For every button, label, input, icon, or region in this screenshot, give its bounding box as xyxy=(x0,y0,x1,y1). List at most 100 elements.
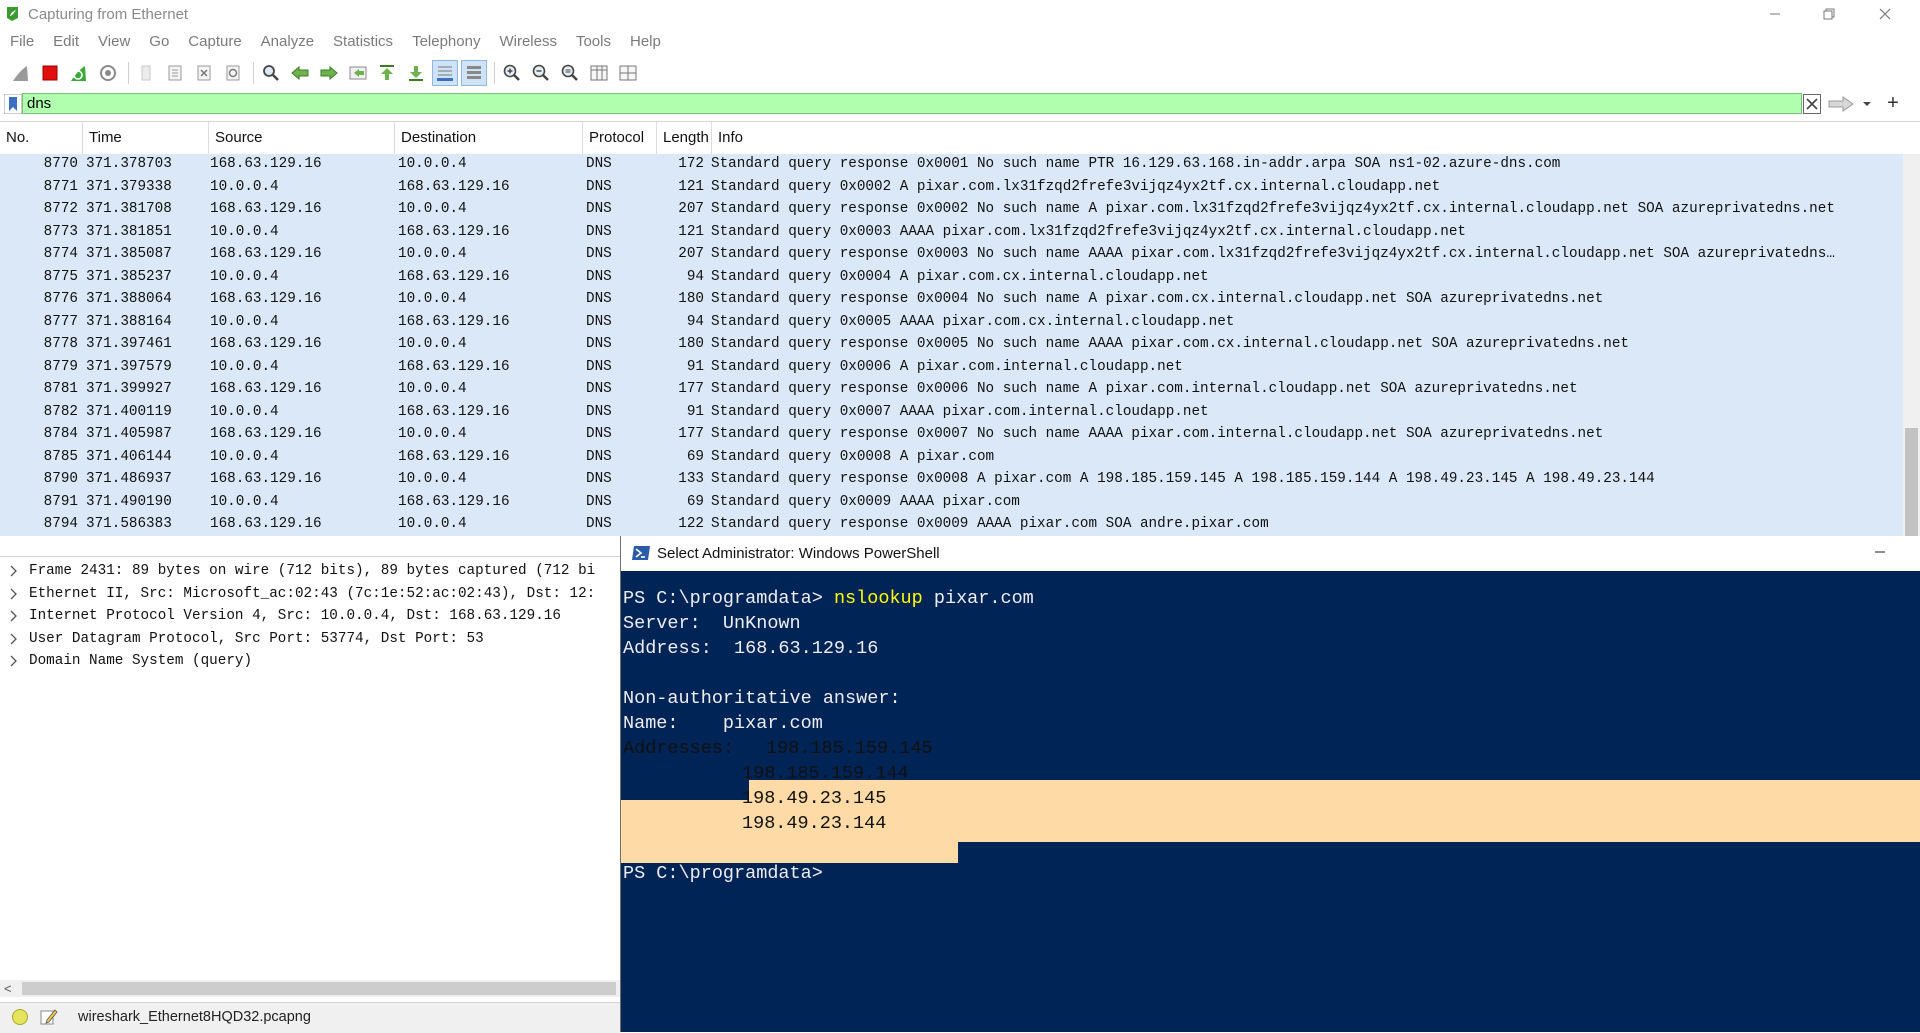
chevron-down-icon[interactable] xyxy=(1860,94,1874,114)
go-last-button[interactable] xyxy=(403,60,429,86)
console-line-server: Server: UnKnown xyxy=(623,613,801,634)
go-first-button[interactable] xyxy=(374,60,400,86)
restore-button[interactable] xyxy=(1806,0,1852,28)
go-forward-button[interactable] xyxy=(316,60,342,86)
table-row[interactable]: 8779 371.397579 10.0.0.4 168.63.129.16 DNS 91… xyxy=(0,357,1903,380)
column-header-source[interactable]: Source xyxy=(209,122,395,154)
menu-statistics[interactable]: Statistics xyxy=(323,30,402,54)
column-header-time[interactable]: Time xyxy=(83,122,209,154)
go-to-packet-button[interactable] xyxy=(345,60,371,86)
start-capture-button[interactable] xyxy=(8,60,34,86)
table-row[interactable]: 8794 371.586383 168.63.129.16 10.0.0.4 DNS 12… xyxy=(0,514,1903,536)
column-header-protocol[interactable]: Protocol xyxy=(583,122,657,154)
normal-size-button[interactable] xyxy=(557,60,583,86)
table-row[interactable]: 8771 371.379338 10.0.0.4 168.63.129.16 DNS 12… xyxy=(0,177,1903,200)
console-line-nonauth: Non-authoritative answer: xyxy=(623,688,901,709)
menu-capture[interactable]: Capture xyxy=(178,30,250,54)
console-line-command: PS C:\programdata> nslookup pixar.com xyxy=(623,586,1034,611)
capture-options-button[interactable] xyxy=(95,60,121,86)
menu-go[interactable]: Go xyxy=(139,30,178,54)
detail-tree-item[interactable]: Domain Name System (query) xyxy=(0,651,620,673)
packet-length: 207 xyxy=(678,246,704,262)
menu-wireless[interactable]: Wireless xyxy=(489,30,566,54)
table-row[interactable]: 8775 371.385237 10.0.0.4 168.63.129.16 DNS 94… xyxy=(0,267,1903,290)
table-row[interactable]: 8791 371.490190 10.0.0.4 168.63.129.16 DNS 69… xyxy=(0,492,1903,515)
scrollbar-thumb[interactable] xyxy=(1905,428,1918,536)
scrollbar-thumb[interactable] xyxy=(22,982,616,995)
zoom-in-button[interactable] xyxy=(499,60,525,86)
clear-filter-icon[interactable] xyxy=(1803,94,1821,114)
close-button[interactable] xyxy=(1862,0,1908,28)
table-row[interactable]: 8781 371.399927 168.63.129.16 10.0.0.4 DNS 17… xyxy=(0,379,1903,402)
scroll-left-icon[interactable]: < xyxy=(4,982,14,995)
powershell-console[interactable]: PS C:\programdata> nslookup pixar.com Se… xyxy=(621,571,1920,1032)
stop-capture-button[interactable] xyxy=(37,60,63,86)
packet-list-scrollbar[interactable] xyxy=(1903,154,1920,536)
open-file-button[interactable] xyxy=(133,60,159,86)
menu-help[interactable]: Help xyxy=(620,30,670,54)
find-packet-button[interactable] xyxy=(258,60,284,86)
table-row[interactable]: 8773 371.381851 10.0.0.4 168.63.129.16 DNS 12… xyxy=(0,222,1903,245)
close-file-button[interactable] xyxy=(191,60,217,86)
packet-source: 168.63.129.16 xyxy=(210,471,322,487)
packet-time: 371.378703 xyxy=(86,156,172,172)
table-row[interactable]: 8777 371.388164 10.0.0.4 168.63.129.16 DNS 94… xyxy=(0,312,1903,335)
capture-file-name: wireshark_Ethernet8HQD32.pcapng xyxy=(78,1009,311,1025)
apply-filter-icon[interactable] xyxy=(1826,94,1856,114)
menu-tools[interactable]: Tools xyxy=(566,30,620,54)
column-header-info[interactable]: Info xyxy=(712,122,1920,154)
restart-capture-button[interactable] xyxy=(66,60,92,86)
chevron-right-icon[interactable] xyxy=(8,586,20,602)
reload-file-button[interactable] xyxy=(220,60,246,86)
detail-tree-item[interactable]: Ethernet II, Src: Microsoft_ac:02:43 (7c… xyxy=(0,584,620,606)
chevron-right-icon[interactable] xyxy=(8,631,20,647)
table-row[interactable]: 8776 371.388064 168.63.129.16 10.0.0.4 DNS 18… xyxy=(0,289,1903,312)
save-file-button[interactable] xyxy=(162,60,188,86)
add-filter-button[interactable]: + xyxy=(1882,93,1904,115)
column-header-length[interactable]: Length xyxy=(657,122,712,154)
column-header-no[interactable]: No. xyxy=(0,122,83,154)
table-row[interactable]: 8772 371.381708 168.63.129.16 10.0.0.4 DNS 20… xyxy=(0,199,1903,222)
detail-tree-item[interactable]: User Datagram Protocol, Src Port: 53774,… xyxy=(0,629,620,651)
table-row[interactable]: 8790 371.486937 168.63.129.16 10.0.0.4 DNS 13… xyxy=(0,469,1903,492)
table-row[interactable]: 8784 371.405987 168.63.129.16 10.0.0.4 DNS 17… xyxy=(0,424,1903,447)
display-filter-input[interactable] xyxy=(22,93,1802,114)
menu-analyze[interactable]: Analyze xyxy=(251,30,323,54)
minimize-button[interactable] xyxy=(1752,0,1798,28)
chevron-right-icon[interactable] xyxy=(8,563,20,579)
packet-time: 371.397461 xyxy=(86,336,172,352)
powershell-minimize-button[interactable] xyxy=(1857,540,1903,566)
table-row[interactable]: 8785 371.406144 10.0.0.4 168.63.129.16 DNS 69… xyxy=(0,447,1903,470)
chevron-right-icon[interactable] xyxy=(8,608,20,624)
go-back-button[interactable] xyxy=(287,60,313,86)
chevron-right-icon[interactable] xyxy=(8,653,20,669)
layout-button[interactable] xyxy=(615,60,641,86)
expert-info-icon[interactable] xyxy=(12,1009,28,1025)
menu-telephony[interactable]: Telephony xyxy=(402,30,489,54)
detail-tree-item[interactable]: Frame 2431: 89 bytes on wire (712 bits),… xyxy=(0,561,620,583)
bookmark-icon[interactable] xyxy=(4,94,22,114)
colorize-button[interactable] xyxy=(461,60,487,86)
powershell-title-bar[interactable]: Select Administrator: Windows PowerShell xyxy=(621,536,1920,571)
toolbar-separator xyxy=(494,62,495,84)
table-row[interactable]: 8774 371.385087 168.63.129.16 10.0.0.4 DNS 20… xyxy=(0,244,1903,267)
column-header-destination[interactable]: Destination xyxy=(395,122,583,154)
powershell-window[interactable]: Select Administrator: Windows PowerShell… xyxy=(620,536,1920,1032)
table-row[interactable]: 8770 371.378703 168.63.129.16 10.0.0.4 DNS 17… xyxy=(0,154,1903,177)
packet-source: 10.0.0.4 xyxy=(210,178,279,195)
menu-view[interactable]: View xyxy=(88,30,139,54)
capture-comment-icon[interactable] xyxy=(40,1008,58,1026)
menu-file[interactable]: File xyxy=(0,30,43,54)
detail-tree-item[interactable]: Internet Protocol Version 4, Src: 10.0.0… xyxy=(0,606,620,628)
table-row[interactable]: 8778 371.397461 168.63.129.16 10.0.0.4 DNS 18… xyxy=(0,334,1903,357)
stop-capture-icon xyxy=(42,65,58,81)
resize-columns-button[interactable] xyxy=(586,60,612,86)
zoom-out-button[interactable] xyxy=(528,60,554,86)
packet-protocol: DNS xyxy=(586,426,612,442)
packet-length: 177 xyxy=(678,381,704,397)
menu-edit[interactable]: Edit xyxy=(43,30,88,54)
packet-length: 180 xyxy=(678,336,704,352)
table-row[interactable]: 8782 371.400119 10.0.0.4 168.63.129.16 DNS 91… xyxy=(0,402,1903,425)
packet-info: Standard query response 0x0006 No such n… xyxy=(711,381,1578,397)
autoscroll-button[interactable] xyxy=(432,60,458,86)
